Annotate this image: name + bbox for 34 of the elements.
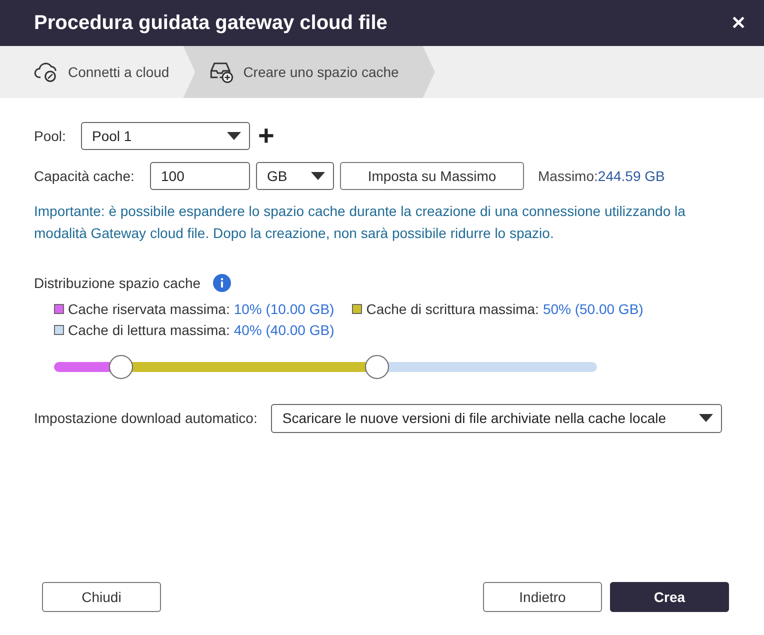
secondary-button[interactable]: Chiudi [42,582,161,612]
distribution-title: Distribuzione spazio cache [34,275,201,291]
create-button[interactable]: Crea [610,582,729,612]
wizard-step[interactable]: Connetti a cloud [10,46,184,98]
secondary-button[interactable]: Indietro [483,582,602,612]
unit-dropdown[interactable]: GB [256,162,334,190]
pool-dropdown[interactable]: Pool 1 [81,122,250,150]
maximum-label: Massimo: [538,168,598,184]
legend-label: Cache di lettura massima: [68,322,230,338]
maximum-value: 244.59 GB [598,168,665,184]
legend-value: 50% (50.00 GB) [542,300,644,316]
wizard-step[interactable]: Creare uno spazio cache [183,46,435,98]
legend-value: 10% (10.00 GB) [234,300,334,316]
cache-slider[interactable] [54,355,597,379]
auto-download-dropdown[interactable]: Scaricare le nuove versioni di file archiviate nella cache locale [271,404,722,432]
close-button[interactable]: ✕ [731,12,746,34]
capacity-label: Capacità cache: [34,168,136,184]
slider-thumb[interactable] [364,355,389,379]
caret-icon [699,414,714,422]
caret-icon [311,172,325,180]
tray-plus-icon [209,61,236,83]
info-icon[interactable] [212,274,231,292]
notice-text: Importante: è possibile espandere lo spazio cache durante la creazione di una connessione utilizzando la modalità Gateway cloud file. Dopo la creazione, non sarà possibile ridurre lo spazio. [34,202,686,243]
auto-download-label: Impostazione download automatico: [34,410,258,426]
capacity-field[interactable]: 100 [150,162,250,190]
legend-label: Cache riservata massima: [68,300,230,316]
caret-icon [227,132,241,140]
add-pool-button[interactable]: + [250,122,282,150]
window-title: Procedura guidata gateway cloud file [34,12,388,34]
slider-thumb[interactable] [109,355,134,379]
legend-value: 40% (40.00 GB) [234,322,334,338]
legend-label: Cache di scrittura massima: [366,300,539,316]
set-maximum-button[interactable]: Imposta su Massimo [340,162,524,190]
pool-label: Pool: [34,128,67,144]
